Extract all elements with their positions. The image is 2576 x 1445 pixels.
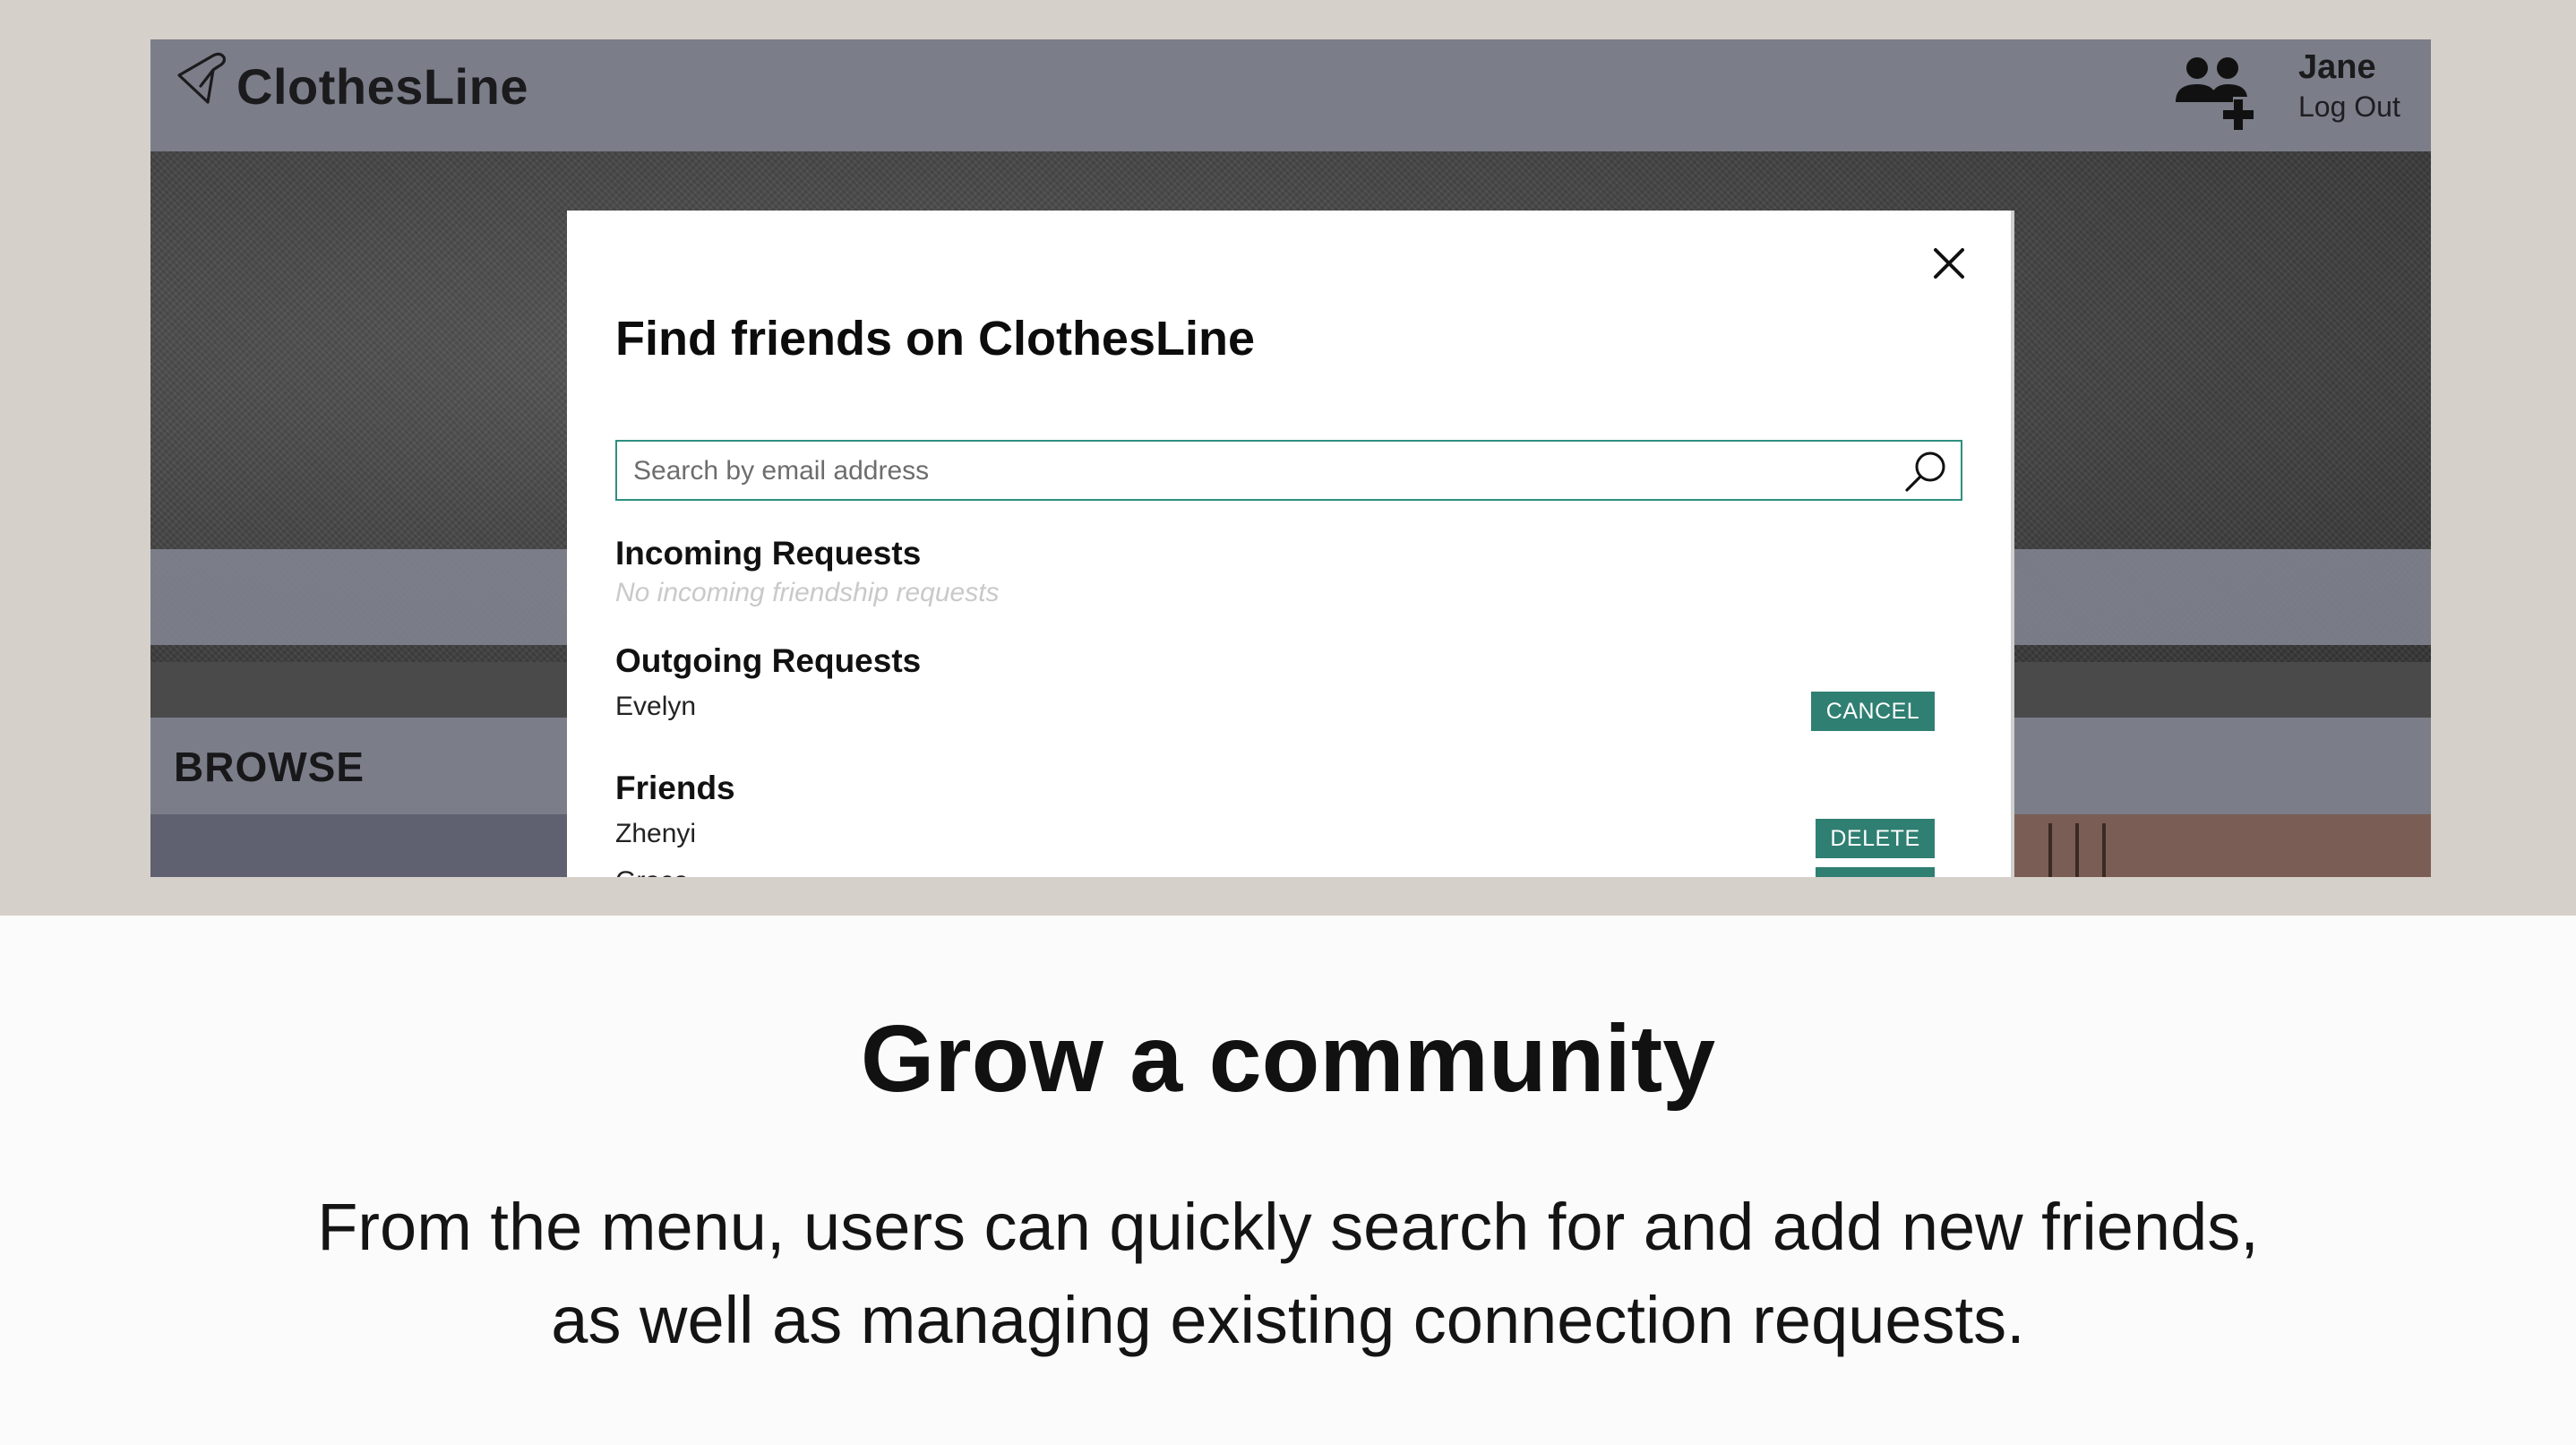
- rack-hook: [2075, 823, 2079, 877]
- app-window: ClothesLine Jane Log Out BROWSE Find fri…: [150, 39, 2431, 877]
- caption-title: Grow a community: [860, 1006, 1716, 1112]
- search-field: [615, 440, 1962, 501]
- add-friend-icon: [2176, 57, 2254, 130]
- outgoing-requests-heading: Outgoing Requests: [615, 642, 922, 679]
- rack-hook: [2048, 823, 2052, 877]
- user-name: Jane: [2298, 48, 2376, 86]
- outgoing-request-name: Evelyn: [615, 692, 697, 721]
- logo[interactable]: ClothesLine: [174, 50, 528, 122]
- hanger-icon: [177, 52, 226, 104]
- find-friends-modal: Find friends on ClothesLine Incoming Req…: [567, 211, 2011, 877]
- modal-title: Find friends on ClothesLine: [615, 312, 1255, 366]
- app-header: ClothesLine Jane Log Out: [150, 39, 2431, 151]
- friend-name: Zhenyi: [615, 819, 697, 848]
- incoming-empty-note: No incoming friendship requests: [615, 578, 1000, 607]
- search-input[interactable]: [631, 449, 1880, 494]
- delete-friend-button[interactable]: DELETE: [1816, 867, 1935, 877]
- friend-name: Grace: [615, 866, 689, 877]
- user-menu: Jane Log Out: [2298, 48, 2400, 124]
- search-icon[interactable]: [1903, 449, 1950, 495]
- delete-friend-button[interactable]: DELETE: [1816, 819, 1935, 858]
- friends-heading: Friends: [615, 770, 735, 806]
- close-icon[interactable]: [1932, 246, 1966, 280]
- add-friend-button[interactable]: [2170, 48, 2269, 134]
- product-image-peek: [2013, 814, 2431, 877]
- rack-hook: [2102, 823, 2106, 877]
- caption-body: From the menu, users can quickly search …: [317, 1190, 2259, 1357]
- incoming-requests-heading: Incoming Requests: [615, 535, 922, 572]
- cancel-request-button[interactable]: CANCEL: [1811, 692, 1935, 731]
- logo-text: ClothesLine: [236, 57, 528, 115]
- browse-heading: BROWSE: [174, 744, 365, 790]
- logout-link[interactable]: Log Out: [2298, 90, 2400, 124]
